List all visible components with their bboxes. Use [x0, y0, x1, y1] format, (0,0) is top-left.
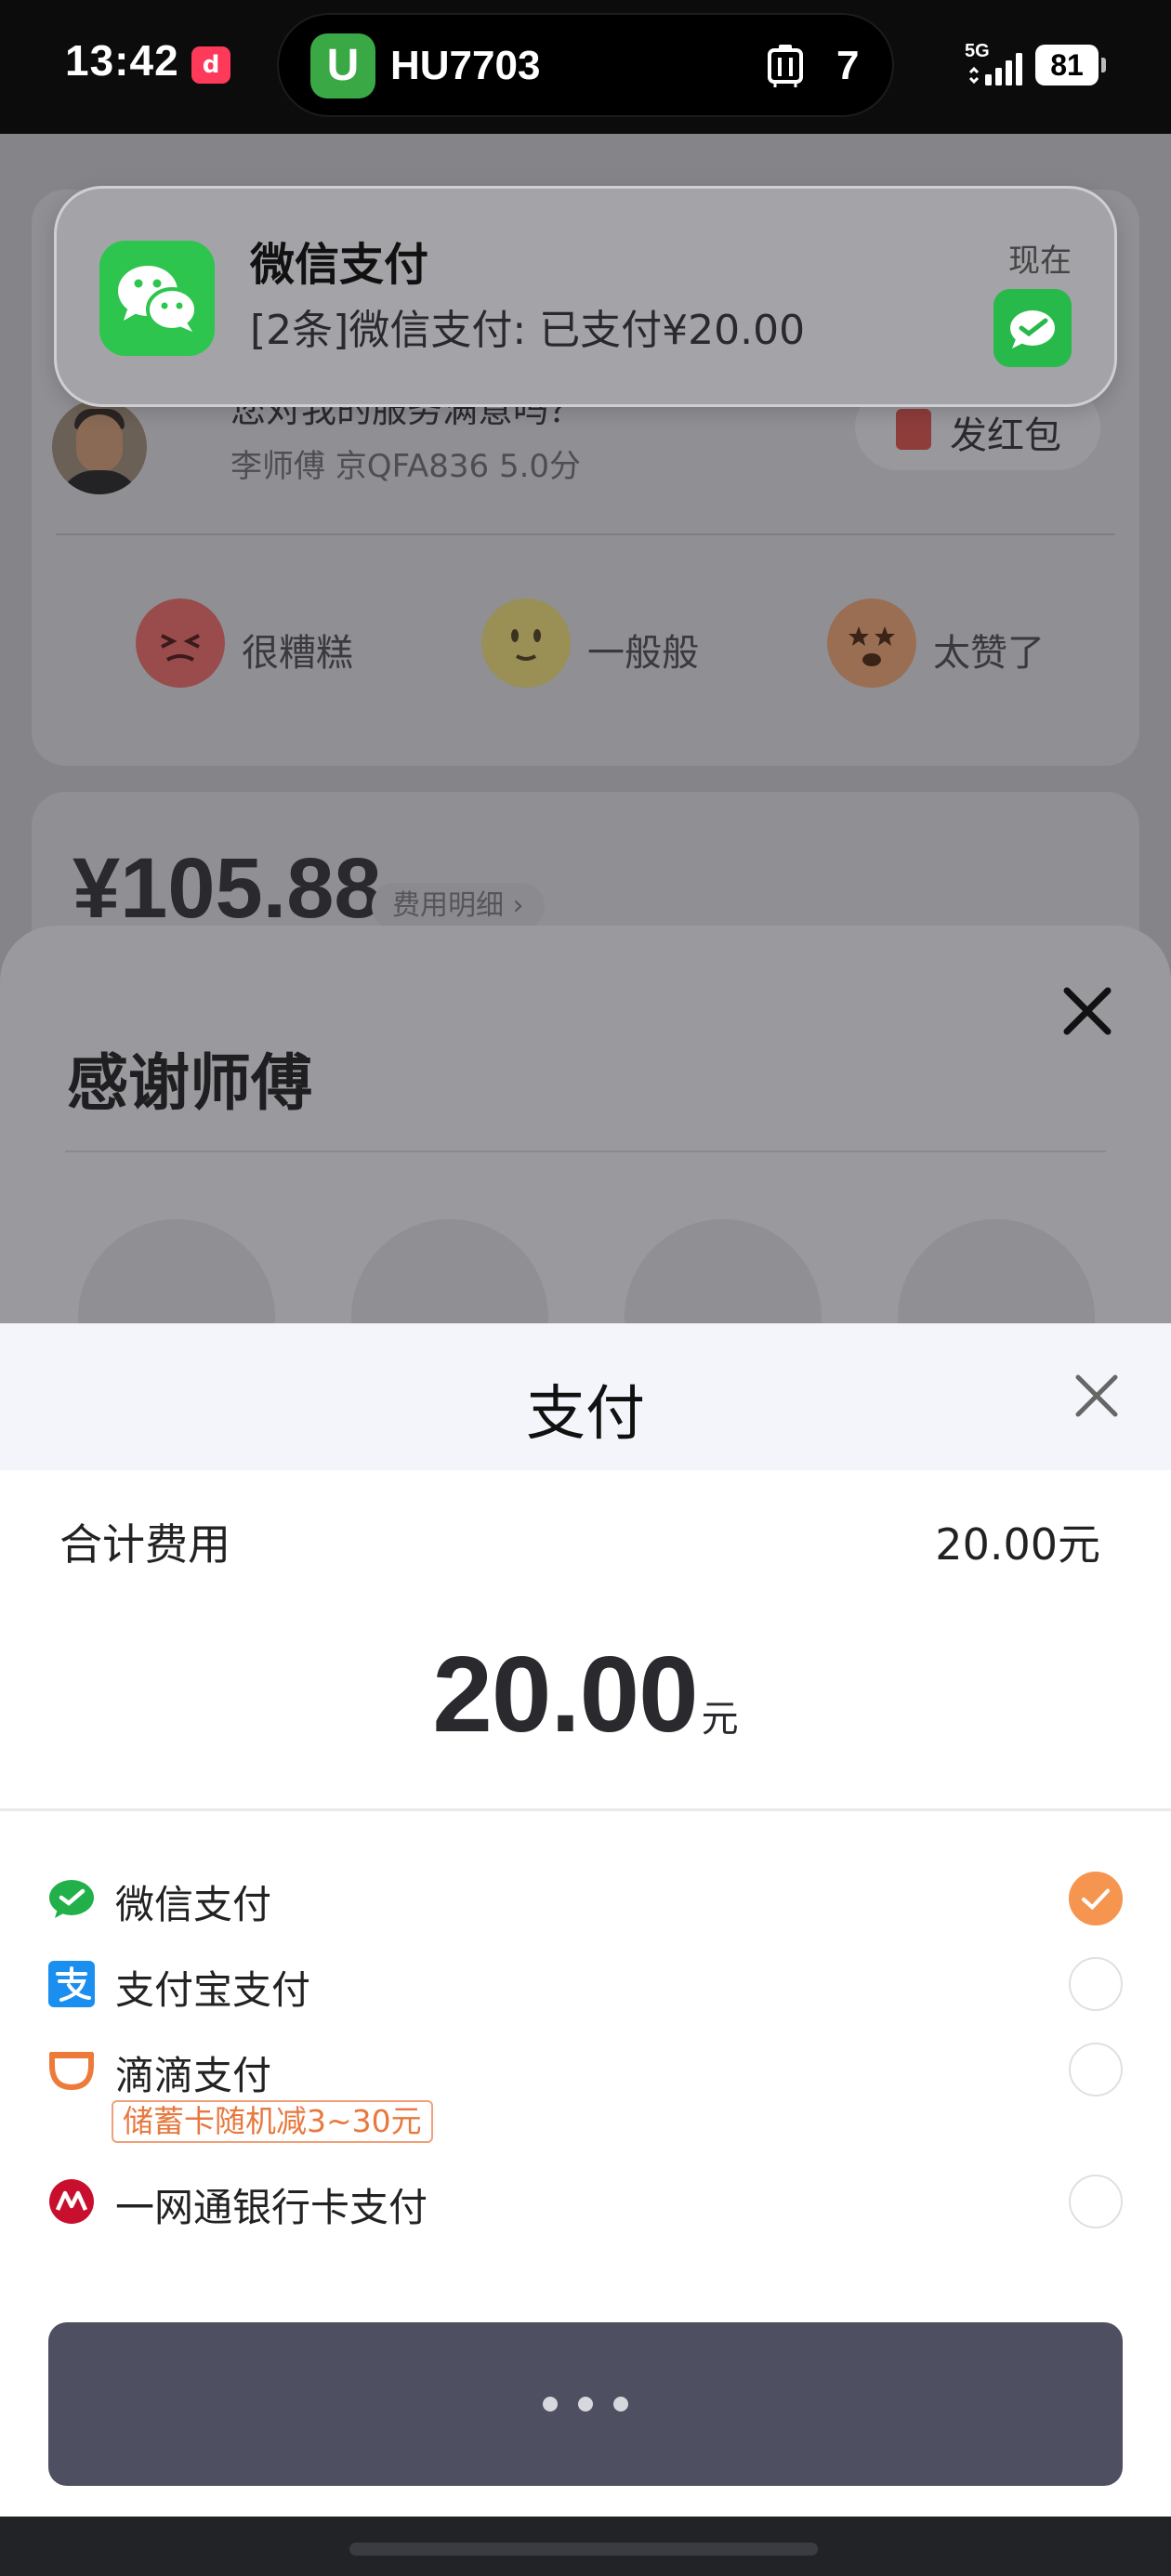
cmb-icon [49, 2179, 94, 2224]
payment-method-label: 滴滴支付 [115, 2053, 272, 2098]
battery-level: 81 [1035, 45, 1106, 85]
wechat-pay-icon [49, 1880, 94, 1918]
home-indicator[interactable] [349, 2543, 818, 2556]
payment-method-label: 微信支付 [115, 1882, 272, 1927]
divider [56, 533, 1115, 535]
gate-icon [768, 45, 803, 87]
payment-method-alipay[interactable]: 支付宝支付 [0, 1948, 1171, 2022]
selected-check-icon[interactable] [1069, 1872, 1123, 1925]
bottom-bar [0, 2517, 1171, 2576]
payment-method-didi[interactable]: 滴滴支付 [0, 2033, 1171, 2108]
neutral-face-icon [481, 598, 571, 688]
angry-face-icon [136, 598, 225, 688]
dynamic-island-flight-activity[interactable]: U HU7703 7 [277, 13, 894, 117]
send-hongbao-label: 发红包 [950, 414, 1061, 457]
divider [0, 1808, 1171, 1811]
payment-method-wechat[interactable]: 微信支付 [0, 1862, 1171, 1937]
notification-body: [2条]微信支付: 已支付¥20.00 [250, 307, 806, 354]
amount-unit: 元 [701, 1698, 739, 1741]
star-eyes-face-icon [827, 598, 916, 688]
alipay-icon [48, 1961, 95, 2007]
loading-dot [578, 2397, 593, 2412]
gift-option[interactable] [625, 1219, 822, 1334]
divider [65, 1150, 1106, 1152]
gift-option[interactable] [78, 1219, 275, 1334]
payment-amount: 20.00 元 [0, 1632, 1171, 1756]
driver-avatar [52, 400, 147, 494]
radio-button[interactable] [1069, 1957, 1123, 2011]
wechat-pay-icon [993, 289, 1072, 367]
didi-icon [49, 2052, 94, 2091]
payment-sheet: 支付 合计费用 20.00元 20.00 元 微信支付 支付宝支付 滴滴支付 储… [0, 1323, 1171, 2517]
amount-value: 20.00 [432, 1634, 698, 1755]
thank-driver-title: 感谢师傅 [67, 1047, 312, 1119]
didi-promo-badge: 储蓄卡随机减3~30元 [112, 2100, 433, 2143]
hongbao-icon [896, 409, 931, 450]
gate-number: 7 [836, 43, 860, 88]
notification-time: 现在 [1008, 243, 1072, 280]
rating-great-label: 太赞了 [933, 632, 1045, 675]
payment-method-label: 一网通银行卡支付 [115, 2185, 428, 2230]
notification-app-name: 微信支付 [250, 239, 429, 291]
confirm-payment-button[interactable] [48, 2322, 1123, 2486]
wechat-icon [99, 241, 215, 356]
payment-method-cmb[interactable]: 一网通银行卡支付 [0, 2165, 1171, 2240]
close-icon[interactable] [1058, 981, 1117, 1041]
gift-option[interactable] [898, 1219, 1095, 1334]
signal-strength-icon [968, 53, 1022, 85]
radio-button[interactable] [1069, 2175, 1123, 2228]
fee-detail-link[interactable]: 费用明细 › [372, 883, 545, 929]
rating-ok-label: 一般般 [587, 632, 699, 675]
flight-number: HU7703 [390, 43, 541, 88]
status-bar: 13:42 d U HU7703 7 5G 81 [0, 0, 1171, 134]
gift-option[interactable] [351, 1219, 548, 1334]
total-fee-value: 20.00元 [935, 1519, 1100, 1570]
rating-bad-label: 很糟糕 [242, 632, 353, 675]
radio-button[interactable] [1069, 2043, 1123, 2096]
close-icon[interactable] [1071, 1370, 1123, 1422]
payment-header: 支付 [0, 1323, 1171, 1470]
loading-dot [613, 2397, 628, 2412]
wechat-pay-notification[interactable]: 微信支付 [2条]微信支付: 已支付¥20.00 现在 [54, 186, 1117, 407]
payment-title: 支付 [526, 1380, 645, 1449]
loading-dot [543, 2397, 558, 2412]
thank-driver-sheet: 感谢师傅 [0, 926, 1171, 1334]
flight-app-icon: U [310, 33, 375, 99]
douyin-notification-icon: d [191, 46, 230, 84]
driver-info: 李师傅 京QFA836 5.0分 [230, 448, 582, 485]
ride-fare: ¥105.88 [72, 841, 382, 936]
total-fee-label: 合计费用 [59, 1519, 230, 1570]
status-time: 13:42 [65, 36, 179, 85]
payment-method-label: 支付宝支付 [115, 1967, 311, 2013]
